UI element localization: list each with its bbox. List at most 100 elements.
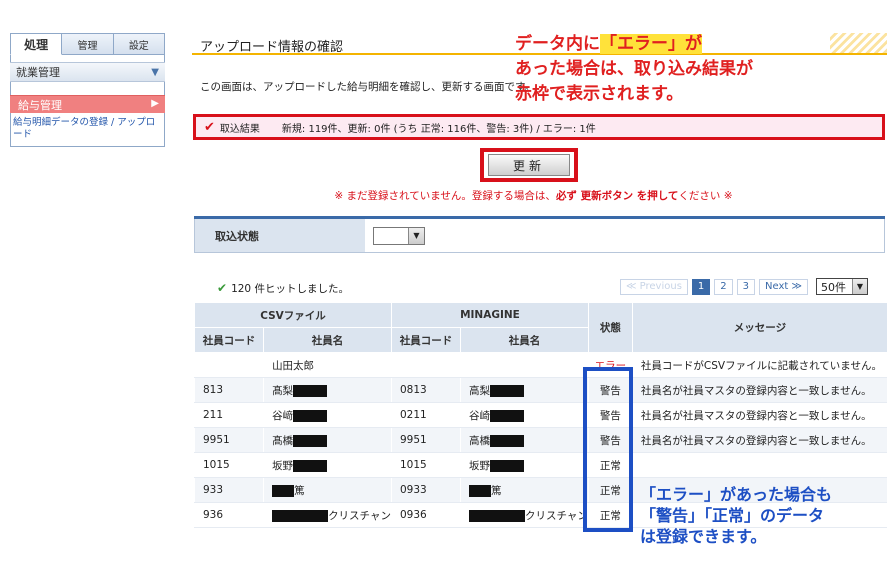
cell-message xyxy=(631,452,887,478)
cell-minagine-name-text: 高梨 xyxy=(469,384,491,397)
sidebar-tabs: 処理 管理 設定 xyxy=(10,33,165,55)
cell-csv-code-text: 9951 xyxy=(203,434,230,446)
cell-minagine-code: 0936 xyxy=(390,502,462,528)
cell-csv-code: 211 xyxy=(193,402,265,428)
cell-minagine-code xyxy=(390,352,462,378)
pager-previous[interactable]: ≪ Previous xyxy=(620,278,688,295)
redacted-block xyxy=(293,384,328,397)
cell-csv-code-text: 813 xyxy=(203,384,224,396)
redacted-block xyxy=(490,409,525,422)
cell-csv-name-text: 坂野 xyxy=(272,459,294,472)
table-row: 9951 髙橋 9951 高橋 警告 社員名が社員マスタの登録内容と一致しません。 xyxy=(193,427,887,453)
sidebar-link-payslip-upload[interactable]: 給与明細データの登録 / アップロード xyxy=(13,117,158,141)
cell-message: 社員コードがCSVファイルに記載されていません。 xyxy=(631,352,887,378)
warning-suffix: ください ※ xyxy=(678,190,733,202)
redacted-block xyxy=(272,484,295,497)
chevron-down-icon: ▼ xyxy=(852,279,867,294)
pager-next[interactable]: Next ≫ xyxy=(759,278,808,295)
cell-csv-name: 谷﨑 xyxy=(263,402,392,428)
cell-csv-code: 813 xyxy=(193,377,265,403)
cell-minagine-code: 1015 xyxy=(390,452,462,478)
import-result-label: 取込結果 xyxy=(219,123,260,135)
filter-value-cell: ▼ xyxy=(365,219,884,252)
annotation-line: あった場合は、取り込み結果が xyxy=(515,59,753,79)
redacted-block xyxy=(490,434,525,447)
cell-csv-code-text: 933 xyxy=(203,484,224,496)
import-result-summary: 新規: 119件、更新: 0件 (うち 正常: 116件、警告: 3件) / エ… xyxy=(281,123,596,135)
import-status-select[interactable]: ▼ xyxy=(373,226,425,245)
cell-message: 社員名が社員マスタの登録内容と一致しません。 xyxy=(631,427,887,453)
chevron-down-icon: ▼ xyxy=(408,227,424,244)
cell-message-text: 社員コードがCSVファイルに記載されていません。 xyxy=(640,359,882,372)
cell-csv-name: 山田太郎 xyxy=(263,352,392,378)
cell-minagine-code-text: 0933 xyxy=(399,484,427,496)
filter-label: 取込状態 xyxy=(195,219,365,252)
status-column-highlight xyxy=(583,367,633,532)
cell-minagine-name-text: 高橋 xyxy=(469,434,491,447)
cell-csv-code: 936 xyxy=(193,502,265,528)
checkmark-icon: ✔ xyxy=(217,281,228,295)
pager-page-3[interactable]: 3 xyxy=(736,278,756,295)
header-minagine-name: 社員名 xyxy=(460,327,589,353)
tab-settei[interactable]: 設定 xyxy=(113,33,165,55)
header-csv-name: 社員名 xyxy=(263,327,392,353)
checkmark-icon: ✔ xyxy=(204,119,215,135)
cell-csv-name-text: 髙梨 xyxy=(272,384,294,397)
cell-minagine-code-text: 0813 xyxy=(399,384,427,396)
cell-minagine-name-text: 坂野 xyxy=(469,459,491,472)
hit-count-text: 120 件ヒットしました。 xyxy=(231,283,349,295)
sidebar-item-shugyo-kanri[interactable]: 就業管理 ▼ xyxy=(10,62,165,82)
cell-csv-name: クリスチャン xyxy=(263,502,392,528)
cell-minagine-name: 高梨 xyxy=(460,377,589,403)
per-page-select[interactable]: 50件 ▼ xyxy=(816,278,868,295)
cell-csv-code: 933 xyxy=(193,477,265,503)
redacted-block xyxy=(272,509,329,522)
tab-kanri[interactable]: 管理 xyxy=(62,33,114,55)
cell-csv-name-text: 山田太郎 xyxy=(272,359,315,372)
cell-minagine-name: 坂野 xyxy=(460,452,589,478)
table-row: 山田太郎 エラー 社員コードがCSVファイルに記載されていません。 xyxy=(193,352,887,378)
pager-page-2[interactable]: 2 xyxy=(714,278,733,295)
cell-csv-name-text: 谷﨑 xyxy=(272,409,294,422)
cell-minagine-name: 篤 xyxy=(460,477,589,503)
cell-csv-name: 髙梨 xyxy=(263,377,392,403)
import-result-bar: ✔ 取込結果 新規: 119件、更新: 0件 (うち 正常: 116件、警告: … xyxy=(193,114,885,140)
cell-csv-name-text: 髙橋 xyxy=(272,434,294,447)
cell-minagine-code-text: 0936 xyxy=(399,509,427,521)
cell-csv-name-text: 篤 xyxy=(294,484,305,497)
cell-minagine-name-text: クリスチャン xyxy=(525,509,588,522)
cell-message-text: 社員名が社員マスタの登録内容と一致しません。 xyxy=(640,434,872,447)
cell-minagine-code-text: 1015 xyxy=(399,459,427,471)
pager-page-1[interactable]: 1 xyxy=(691,278,711,295)
cell-minagine-name: クリスチャン xyxy=(460,502,589,528)
annotation-line: データ内に xyxy=(515,34,600,54)
cell-minagine-name: 谷崎 xyxy=(460,402,589,428)
redacted-block xyxy=(490,459,525,472)
table-row: 211 谷﨑 0211 谷崎 警告 社員名が社員マスタの登録内容と一致しません。 xyxy=(193,402,887,428)
update-button[interactable]: 更新 xyxy=(488,154,570,176)
annotation-line: 赤枠で表示されます。 xyxy=(515,84,684,104)
cell-csv-name-text: クリスチャン xyxy=(328,509,391,522)
tab-shori[interactable]: 処理 xyxy=(10,33,63,55)
chevron-down-icon: ▼ xyxy=(151,67,159,78)
cell-message-text: 社員名が社員マスタの登録内容と一致しません。 xyxy=(640,409,872,422)
header-minagine-code: 社員コード xyxy=(390,327,462,353)
cell-csv-code-text: 936 xyxy=(203,509,224,521)
per-page-value: 50件 xyxy=(821,280,846,294)
table-row: 1015 坂野 1015 坂野 正常 xyxy=(193,452,887,478)
cell-csv-code: 9951 xyxy=(193,427,265,453)
sidebar-item-kyuyo-kanri[interactable]: 給与管理 ▶ xyxy=(10,95,165,113)
cell-minagine-name: 高橋 xyxy=(460,427,589,453)
cell-csv-name: 篤 xyxy=(263,477,392,503)
warning-prefix: ※ まだ登録されていません。登録する場合は、 xyxy=(334,190,556,202)
header-csv-code: 社員コード xyxy=(193,327,265,353)
cell-minagine-name-text: 谷崎 xyxy=(469,409,491,422)
cell-minagine-name xyxy=(460,352,589,378)
cell-message: 社員名が社員マスタの登録内容と一致しません。 xyxy=(631,377,887,403)
filter-panel: 取込状態 ▼ xyxy=(194,219,885,253)
cell-csv-name: 髙橋 xyxy=(263,427,392,453)
annotation-error-callout: データ内に「エラー」が あった場合は、取り込み結果が 赤枠で表示されます。 xyxy=(515,32,753,107)
hit-count: ✔ 120 件ヒットしました。 xyxy=(217,281,349,296)
header-status: 状態 xyxy=(587,302,633,353)
cell-minagine-code-text: 9951 xyxy=(399,434,427,446)
